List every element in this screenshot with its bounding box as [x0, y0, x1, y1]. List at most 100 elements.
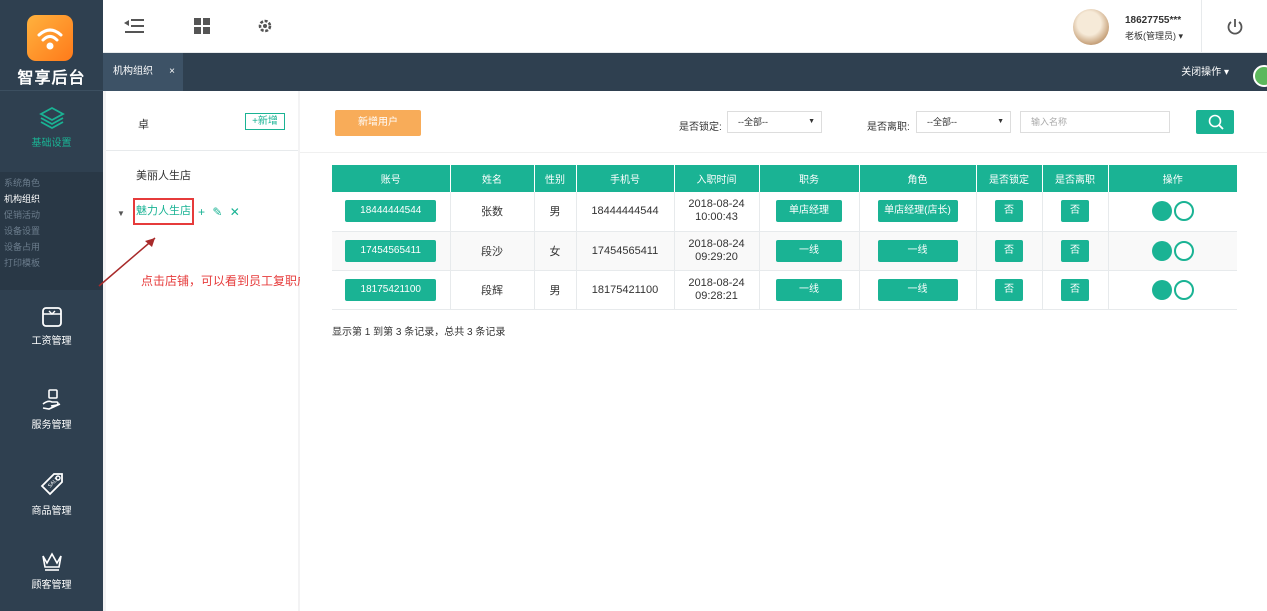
submenu-item-promotion[interactable]: 促销活动: [0, 207, 103, 223]
account-button[interactable]: 17454565411: [345, 239, 437, 262]
search-button[interactable]: [1196, 110, 1234, 134]
col-account: 账号: [332, 165, 451, 192]
cell-name: 张数: [450, 192, 535, 232]
locked-button[interactable]: 否: [995, 200, 1023, 223]
power-icon: [1227, 19, 1243, 35]
add-icon[interactable]: +: [198, 205, 205, 219]
col-join-time: 入职时间: [674, 165, 760, 192]
submenu-item-device-settings[interactable]: 设备设置: [0, 223, 103, 239]
submenu-item-device-usage[interactable]: 设备占用: [0, 239, 103, 255]
resigned-button[interactable]: 否: [1061, 200, 1089, 223]
search-icon: [1208, 114, 1224, 130]
row-actions: [1108, 270, 1237, 310]
table-row: 17454565411 段沙 女 17454565411 2018-08-24 0…: [332, 231, 1237, 271]
account-button[interactable]: 18175421100: [345, 278, 437, 301]
role-button[interactable]: 一线: [877, 278, 958, 301]
cell-phone: 18444444544: [576, 192, 675, 232]
table-row: 18444444544 张数 男 18444444544 2018-08-24 1…: [332, 192, 1237, 232]
col-gender: 性别: [534, 165, 577, 192]
edit-pencil-icon[interactable]: ✎: [212, 205, 222, 219]
sidebar-item-salary[interactable]: 工资管理: [0, 306, 103, 347]
user-role: 老板(管理员) ▾: [1125, 31, 1184, 41]
logout-button[interactable]: [1201, 0, 1267, 53]
table-header-row: 账号 姓名 性别 手机号 入职时间 职务 角色 是否锁定 是否离职 操作: [332, 165, 1237, 192]
sidebar-item-label: 基础设置: [31, 138, 72, 149]
add-store-button[interactable]: +新增: [245, 113, 285, 130]
cell-join-time: 2018-08-24 09:29:20: [674, 231, 760, 271]
tab-label: 机构组织: [113, 66, 153, 77]
locked-button[interactable]: 否: [995, 239, 1023, 262]
cell-gender: 男: [534, 192, 577, 232]
col-resigned: 是否离职: [1042, 165, 1109, 192]
sidebar: 智享后台 基础设置 系统角色 机构组织 促销活动 设备设置 设备占用 打印模板 …: [0, 0, 103, 611]
new-user-button[interactable]: 新增用户: [335, 110, 421, 136]
sidebar-item-service[interactable]: 服务管理: [0, 388, 103, 431]
tab-org[interactable]: 机构组织 ×: [103, 53, 183, 91]
edit-icon[interactable]: [1151, 279, 1172, 300]
delete-icon[interactable]: ✕: [230, 205, 240, 219]
crown-icon: [41, 552, 62, 571]
sidebar-divider: [0, 90, 103, 91]
cell-join-time: 2018-08-24 10:00:43: [674, 192, 760, 232]
top-bar: 18627755*** 老板(管理员) ▾: [103, 0, 1267, 53]
position-button[interactable]: 单店经理: [776, 200, 842, 223]
collapse-menu-icon[interactable]: [123, 17, 145, 35]
edit-icon[interactable]: [1151, 201, 1172, 222]
resigned-button[interactable]: 否: [1061, 239, 1089, 262]
caret-down-icon[interactable]: ▼: [117, 209, 125, 218]
lock-icon[interactable]: [1173, 279, 1194, 300]
user-menu[interactable]: 18627755*** 老板(管理员) ▾: [1073, 9, 1193, 45]
locked-filter-label: 是否锁定:: [679, 122, 722, 133]
sidebar-item-label: 顾客管理: [31, 580, 72, 591]
gear-icon[interactable]: [256, 17, 274, 35]
pagination-info: 显示第 1 到第 3 条记录，总共 3 条记录: [332, 327, 506, 338]
cell-gender: 女: [534, 231, 577, 271]
locked-select[interactable]: --全部-- ▼: [727, 111, 822, 133]
layers-icon: [38, 106, 65, 130]
locked-button[interactable]: 否: [995, 278, 1023, 301]
table-row: 18175421100 段辉 男 18175421100 2018-08-24 0…: [332, 270, 1237, 310]
submenu-item-org[interactable]: 机构组织: [0, 191, 103, 207]
resigned-button[interactable]: 否: [1061, 278, 1089, 301]
account-button[interactable]: 18444444544: [345, 200, 437, 223]
tree-node-store[interactable]: 美丽人生店: [136, 167, 191, 183]
tree-node-store-selected[interactable]: 魅力人生店: [133, 198, 194, 225]
caret-down-icon: ▾: [1223, 67, 1229, 78]
price-tag-icon: SALE: [40, 473, 63, 496]
edit-icon[interactable]: [1151, 240, 1172, 261]
cell-phone: 18175421100: [576, 270, 675, 310]
grid-icon[interactable]: [193, 17, 211, 35]
tree-title: 卓: [138, 119, 149, 131]
tree-node-tools: + ✎ ✕: [198, 205, 244, 219]
submenu-item-print-template[interactable]: 打印模板: [0, 255, 103, 271]
submenu-item-system-role[interactable]: 系统角色: [0, 175, 103, 191]
cell-name: 段沙: [450, 231, 535, 271]
lock-icon[interactable]: [1173, 201, 1194, 222]
tab-close-icon[interactable]: ×: [169, 53, 175, 91]
sidebar-item-label: 服务管理: [31, 420, 72, 431]
employee-table: 账号 姓名 性别 手机号 入职时间 职务 角色 是否锁定 是否离职 操作 184…: [332, 165, 1237, 310]
avatar[interactable]: [1073, 9, 1109, 45]
sidebar-item-member[interactable]: 顾客管理: [0, 548, 103, 591]
wifi-logo-icon: [27, 15, 73, 61]
notification-badge[interactable]: [1253, 65, 1267, 87]
col-locked: 是否锁定: [976, 165, 1043, 192]
position-button[interactable]: 一线: [776, 278, 842, 301]
caret-down-icon: ▾: [1178, 31, 1184, 41]
close-ops-dropdown[interactable]: 关闭操作 ▾: [1181, 53, 1229, 93]
role-button[interactable]: 单店经理(店长): [877, 200, 958, 223]
resigned-filter-label: 是否离职:: [867, 122, 910, 133]
col-role: 角色: [859, 165, 977, 192]
position-button[interactable]: 一线: [776, 239, 842, 262]
search-input[interactable]: 输入名称: [1020, 111, 1170, 133]
sidebar-item-basic-settings[interactable]: 基础设置: [0, 106, 103, 149]
col-actions: 操作: [1108, 165, 1237, 192]
role-button[interactable]: 一线: [877, 239, 958, 262]
cell-gender: 男: [534, 270, 577, 310]
resigned-select[interactable]: --全部-- ▼: [916, 111, 1011, 133]
tree-header: 卓 +新增: [106, 91, 298, 151]
lock-icon[interactable]: [1173, 240, 1194, 261]
sidebar-item-label: 工资管理: [31, 336, 72, 347]
sidebar-item-goods[interactable]: SALE 商品管理: [0, 470, 103, 517]
org-tree-panel: 卓 +新增 美丽人生店 ▼ 魅力人生店 + ✎ ✕: [106, 91, 298, 611]
